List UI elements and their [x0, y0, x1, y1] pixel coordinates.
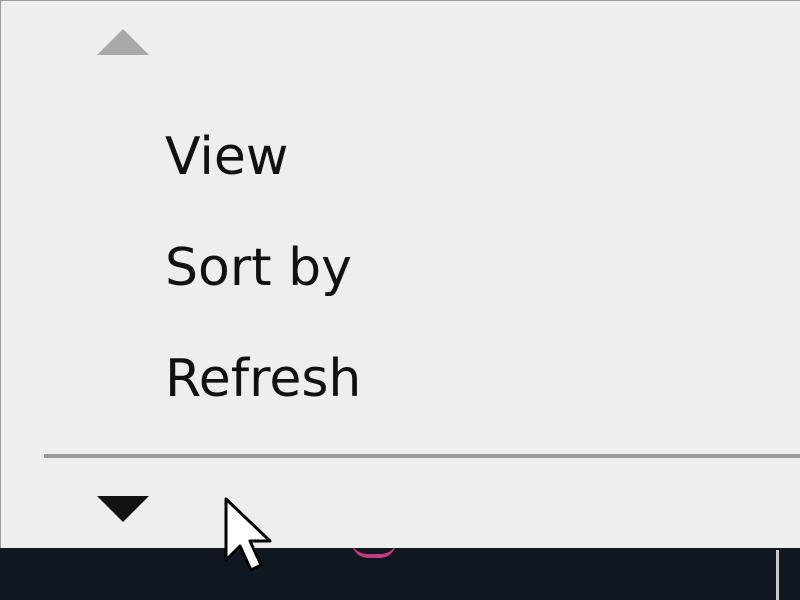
taskbar-divider: [776, 550, 779, 600]
scroll-down-icon[interactable]: [97, 496, 149, 522]
menu-item-sort-by[interactable]: Sort by: [1, 218, 800, 318]
menu-item-label: Refresh: [165, 349, 362, 409]
menu-item-label: View: [165, 127, 289, 187]
desktop-screen: View Sort by Refresh: [0, 0, 800, 600]
menu-separator: [44, 454, 800, 458]
scroll-up-icon[interactable]: [97, 29, 149, 55]
arrow-pointer-icon: [224, 497, 272, 572]
menu-item-label: Sort by: [165, 238, 352, 298]
menu-item-refresh[interactable]: Refresh: [1, 329, 800, 429]
context-menu: View Sort by Refresh: [0, 0, 800, 548]
taskbar: [0, 548, 800, 600]
menu-item-view[interactable]: View: [1, 107, 800, 207]
